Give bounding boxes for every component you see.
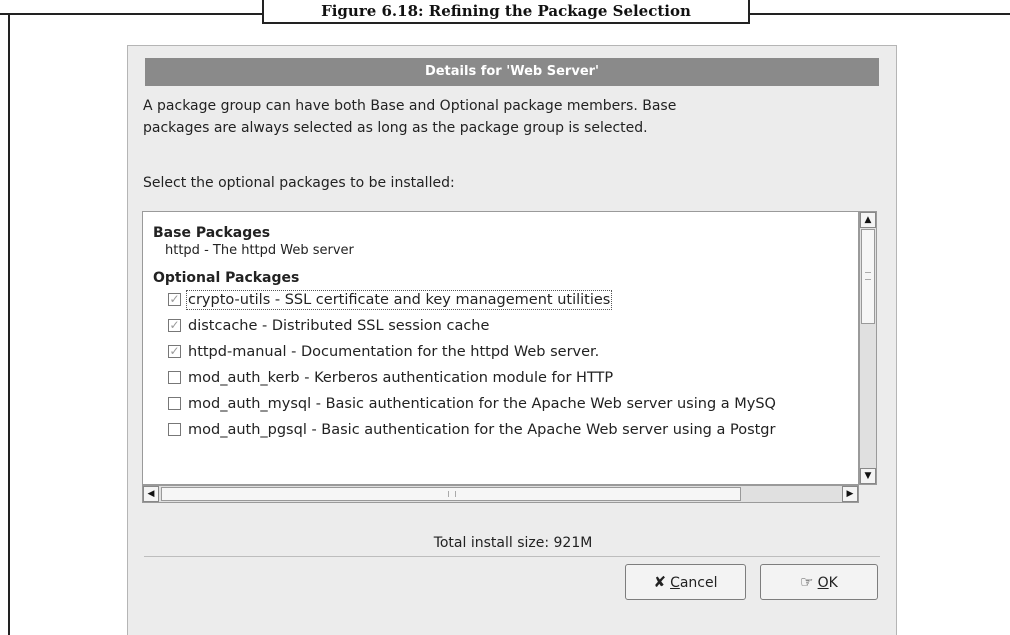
optional-package-item[interactable]: ✓ distcache - Distributed SSL session cac…: [153, 313, 858, 339]
checkbox-checked-icon[interactable]: ✓: [168, 293, 181, 306]
ok-mnemonic: O: [817, 575, 829, 591]
dialog-description: A package group can have both Base and O…: [143, 95, 863, 139]
vertical-scroll-thumb[interactable]: [861, 229, 875, 324]
description-line-2: packages are always selected as long as …: [143, 120, 648, 136]
figure-caption: Figure 6.18: Refining the Package Select…: [262, 0, 750, 24]
checkbox-checked-icon[interactable]: ✓: [168, 319, 181, 332]
separator: [144, 556, 880, 557]
package-list-content: Base Packages httpd - The httpd Web serv…: [153, 224, 858, 443]
optional-package-label: crypto-utils - SSL certificate and key m…: [185, 290, 613, 310]
cancel-x-icon: ✘: [653, 573, 667, 591]
select-prompt: Select the optional packages to be insta…: [143, 175, 455, 191]
package-listbox[interactable]: Base Packages httpd - The httpd Web serv…: [142, 211, 859, 485]
optional-packages-list: ✓ crypto-utils - SSL certificate and key …: [153, 287, 858, 443]
checkbox-unchecked-icon[interactable]: [168, 423, 181, 436]
dialog-title: Details for 'Web Server': [145, 58, 879, 86]
optional-package-item[interactable]: mod_auth_kerb - Kerberos authentication …: [153, 365, 858, 391]
optional-package-item[interactable]: ✓ crypto-utils - SSL certificate and key …: [153, 287, 858, 313]
scroll-right-arrow-icon[interactable]: ▶: [842, 486, 858, 502]
figure-frame-left: [8, 13, 10, 635]
scroll-down-arrow-icon[interactable]: ▼: [860, 468, 876, 484]
base-package-item: httpd - The httpd Web server: [165, 243, 354, 258]
horizontal-scrollbar[interactable]: ◀ ▶: [142, 485, 859, 503]
horizontal-scroll-thumb[interactable]: [161, 487, 741, 501]
checkbox-unchecked-icon[interactable]: [168, 397, 181, 410]
total-install-size: Total install size: 921M: [433, 535, 593, 551]
cancel-label: ancel: [679, 575, 718, 591]
cancel-mnemonic: C: [670, 575, 680, 591]
ok-hand-icon: ☞: [800, 573, 814, 591]
checkbox-checked-icon[interactable]: ✓: [168, 345, 181, 358]
optional-package-item[interactable]: ✓ httpd-manual - Documentation for the ht…: [153, 339, 858, 365]
optional-package-label: mod_auth_pgsql - Basic authentication fo…: [188, 422, 776, 438]
description-line-1: A package group can have both Base and O…: [143, 98, 677, 114]
optional-packages-heading: Optional Packages: [153, 270, 300, 286]
scroll-up-arrow-icon[interactable]: ▲: [860, 212, 876, 228]
ok-button[interactable]: ☞ OK: [760, 564, 878, 600]
cancel-button[interactable]: ✘ Cancel: [625, 564, 746, 600]
optional-package-label: distcache - Distributed SSL session cach…: [188, 318, 490, 334]
optional-package-label: mod_auth_mysql - Basic authentication fo…: [188, 396, 776, 412]
vertical-scrollbar[interactable]: ▲ ▼: [859, 211, 877, 485]
checkbox-unchecked-icon[interactable]: [168, 371, 181, 384]
optional-package-label: mod_auth_kerb - Kerberos authentication …: [188, 370, 614, 386]
optional-package-item[interactable]: mod_auth_mysql - Basic authentication fo…: [153, 391, 858, 417]
base-packages-heading: Base Packages: [153, 225, 271, 241]
optional-package-label: httpd-manual - Documentation for the htt…: [188, 344, 600, 360]
package-details-dialog: Details for 'Web Server' A package group…: [127, 45, 897, 635]
scroll-left-arrow-icon[interactable]: ◀: [143, 486, 159, 502]
optional-package-item[interactable]: mod_auth_pgsql - Basic authentication fo…: [153, 417, 858, 443]
ok-label: K: [828, 575, 838, 591]
